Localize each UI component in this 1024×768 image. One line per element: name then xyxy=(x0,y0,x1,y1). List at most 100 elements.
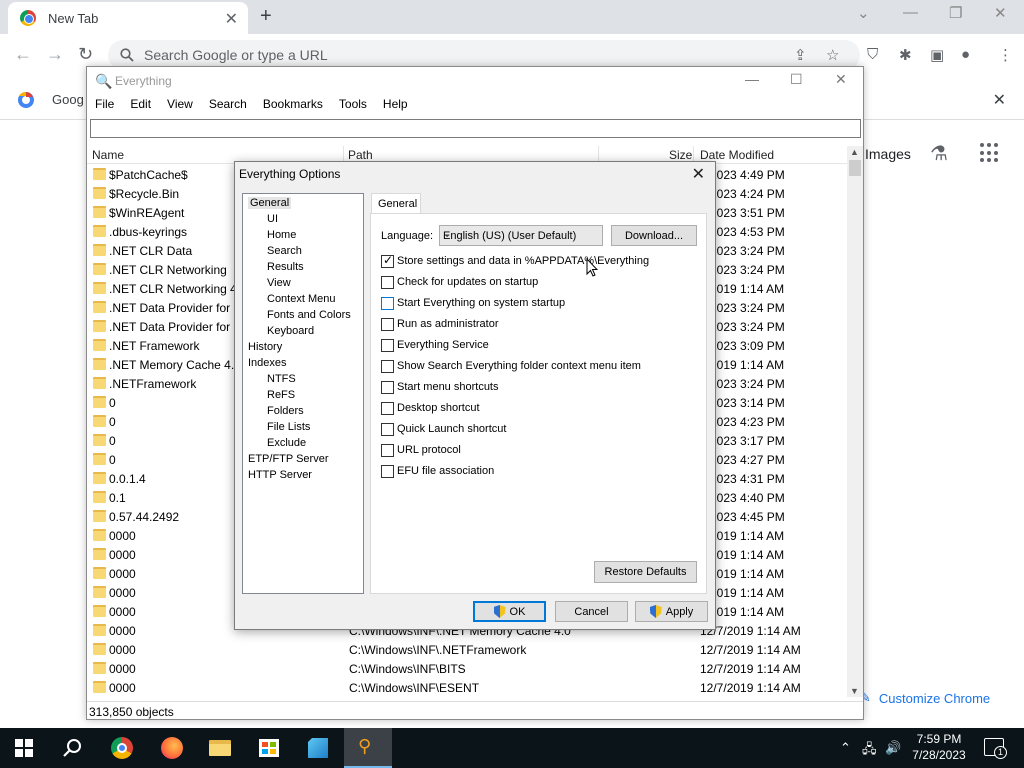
windows-start-icon[interactable] xyxy=(12,736,36,760)
table-row[interactable]: 0000 C:\Windows\INF\BITS 12/7/2019 1:14 AM xyxy=(87,659,847,678)
menu-bookmarks[interactable]: Bookmarks xyxy=(255,97,331,115)
everything-maximize-icon[interactable]: ☐ xyxy=(790,71,803,88)
everything-minimize-icon[interactable]: — xyxy=(745,71,759,87)
checkbox[interactable] xyxy=(381,296,394,310)
table-row[interactable]: 0000 C:\Windows\INF\.NETFramework 12/7/201… xyxy=(87,640,847,659)
share-icon[interactable]: ⇪ xyxy=(794,46,807,64)
checkbox[interactable] xyxy=(381,275,394,289)
tab-close-icon[interactable]: ✕ xyxy=(225,9,238,29)
apply-button[interactable]: Apply xyxy=(635,601,708,622)
cancel-button[interactable]: Cancel xyxy=(555,601,628,622)
tree-item-exclude[interactable]: Exclude xyxy=(267,437,306,449)
tab-new-tab[interactable]: New Tab ✕ xyxy=(8,2,248,34)
file-explorer-icon[interactable] xyxy=(208,736,232,760)
options-close-icon[interactable]: ✕ xyxy=(692,164,705,184)
checkbox[interactable] xyxy=(381,422,394,436)
column-size[interactable]: Size xyxy=(669,148,692,162)
ublock-icon[interactable]: ⛉ xyxy=(867,46,878,63)
apps-grid-icon[interactable] xyxy=(980,143,1000,163)
new-tab-icon[interactable]: + xyxy=(260,5,272,28)
checkbox-row[interactable]: Everything Service xyxy=(381,337,489,353)
column-name[interactable]: Name xyxy=(92,148,124,162)
checkbox-row[interactable]: Desktop shortcut xyxy=(381,400,480,416)
checkbox-row[interactable]: EFU file association xyxy=(381,463,494,479)
ok-button[interactable]: OK xyxy=(473,601,546,622)
volume-icon[interactable]: 🔊 xyxy=(885,740,901,756)
everything-search-input[interactable] xyxy=(90,119,861,138)
checkbox[interactable] xyxy=(381,464,394,478)
network-icon[interactable]: 🖧 xyxy=(862,740,877,762)
vertical-scrollbar[interactable]: ▲ ▼ xyxy=(847,146,863,697)
clock[interactable]: 7:59 PM 7/28/2023 xyxy=(904,731,974,763)
tree-item-context-menu[interactable]: Context Menu xyxy=(267,293,335,305)
checkbox[interactable] xyxy=(381,359,394,373)
everything-titlebar[interactable]: 🔍 Everything — ☐ ✕ xyxy=(87,67,863,95)
checkbox[interactable] xyxy=(381,380,394,394)
tree-item-search[interactable]: Search xyxy=(267,245,302,257)
customize-chrome-button[interactable]: ✎ Customize Chrome xyxy=(860,684,1020,712)
download-button[interactable]: Download... xyxy=(611,225,697,246)
store-icon[interactable] xyxy=(257,736,281,760)
restore-icon[interactable]: ❐ xyxy=(949,4,962,22)
tree-item-ntfs[interactable]: NTFS xyxy=(267,373,296,385)
checkbox-row[interactable]: Quick Launch shortcut xyxy=(381,421,506,437)
forward-icon[interactable]: → xyxy=(46,44,64,65)
side-panel-icon[interactable]: ▣ xyxy=(930,46,944,64)
checkbox-row[interactable]: Run as administrator xyxy=(381,316,499,332)
checkbox[interactable] xyxy=(381,317,394,331)
tree-item-file-lists[interactable]: File Lists xyxy=(267,421,310,433)
tree-item-history[interactable]: History xyxy=(248,341,282,353)
checkbox-row[interactable]: Show Search Everything folder context me… xyxy=(381,358,641,374)
everything-close-icon[interactable]: ✕ xyxy=(835,71,847,88)
tree-item-indexes[interactable]: Indexes xyxy=(248,357,287,369)
tree-item-home[interactable]: Home xyxy=(267,229,296,241)
firefox-taskbar-icon[interactable] xyxy=(160,736,184,760)
images-link[interactable]: Images xyxy=(865,146,911,162)
menu-view[interactable]: View xyxy=(159,97,201,115)
tree-item-refs[interactable]: ReFS xyxy=(267,389,295,401)
checkbox-row[interactable]: URL protocol xyxy=(381,442,461,458)
column-path[interactable]: Path xyxy=(348,148,373,162)
chrome-taskbar-icon[interactable] xyxy=(110,736,134,760)
checkbox-row[interactable]: Start Everything on system startup xyxy=(381,295,565,311)
bookmark-star-icon[interactable]: ☆ xyxy=(826,46,839,64)
info-bar-close-icon[interactable]: ✕ xyxy=(993,90,1006,110)
menu-file[interactable]: File xyxy=(87,97,122,115)
minimize-icon[interactable]: — xyxy=(903,4,918,21)
checkbox[interactable] xyxy=(381,401,394,415)
tab-search-icon[interactable]: ⌄ xyxy=(857,4,870,22)
checkbox-row[interactable]: Check for updates on startup xyxy=(381,274,538,290)
tree-item-etp-ftp-server[interactable]: ETP/FTP Server xyxy=(248,453,328,465)
restore-defaults-button[interactable]: Restore Defaults xyxy=(594,561,697,583)
profile-icon[interactable]: ● xyxy=(961,46,970,63)
scroll-down-icon[interactable]: ▼ xyxy=(850,686,859,696)
checkbox[interactable] xyxy=(381,253,394,268)
menu-help[interactable]: Help xyxy=(375,97,416,115)
menu-search[interactable]: Search xyxy=(201,97,255,115)
scroll-up-icon[interactable]: ▲ xyxy=(850,147,859,157)
labs-icon[interactable]: ⚗ xyxy=(930,141,948,166)
azure-data-studio-icon[interactable] xyxy=(306,736,330,760)
tree-item-results[interactable]: Results xyxy=(267,261,304,273)
menu-tools[interactable]: Tools xyxy=(331,97,375,115)
taskbar-search-icon[interactable] xyxy=(60,736,84,760)
chrome-menu-icon[interactable]: ⋮ xyxy=(998,46,1013,64)
table-row[interactable]: 0000 C:\Windows\INF\ESENT 12/7/2019 1:14 A… xyxy=(87,678,847,697)
tree-item-ui[interactable]: UI xyxy=(267,213,278,225)
column-date-modified[interactable]: Date Modified xyxy=(700,148,774,162)
extensions-icon[interactable]: ✱ xyxy=(899,46,912,64)
checkbox-row[interactable]: Store settings and data in %APPDATA%\Eve… xyxy=(381,253,649,269)
scrollbar-thumb[interactable] xyxy=(849,160,861,176)
close-icon[interactable]: ✕ xyxy=(994,4,1007,22)
tree-item-http-server[interactable]: HTTP Server xyxy=(248,469,312,481)
back-icon[interactable]: ← xyxy=(14,44,32,65)
tree-item-view[interactable]: View xyxy=(267,277,291,289)
checkbox[interactable] xyxy=(381,338,394,352)
show-hidden-icons-icon[interactable]: ⌃ xyxy=(840,740,851,756)
menu-edit[interactable]: Edit xyxy=(122,97,159,115)
tab-general[interactable]: General xyxy=(371,193,421,214)
checkbox-row[interactable]: Start menu shortcuts xyxy=(381,379,499,395)
tree-item-fonts-and-colors[interactable]: Fonts and Colors xyxy=(267,309,351,321)
checkbox[interactable] xyxy=(381,443,394,457)
tree-item-folders[interactable]: Folders xyxy=(267,405,304,417)
